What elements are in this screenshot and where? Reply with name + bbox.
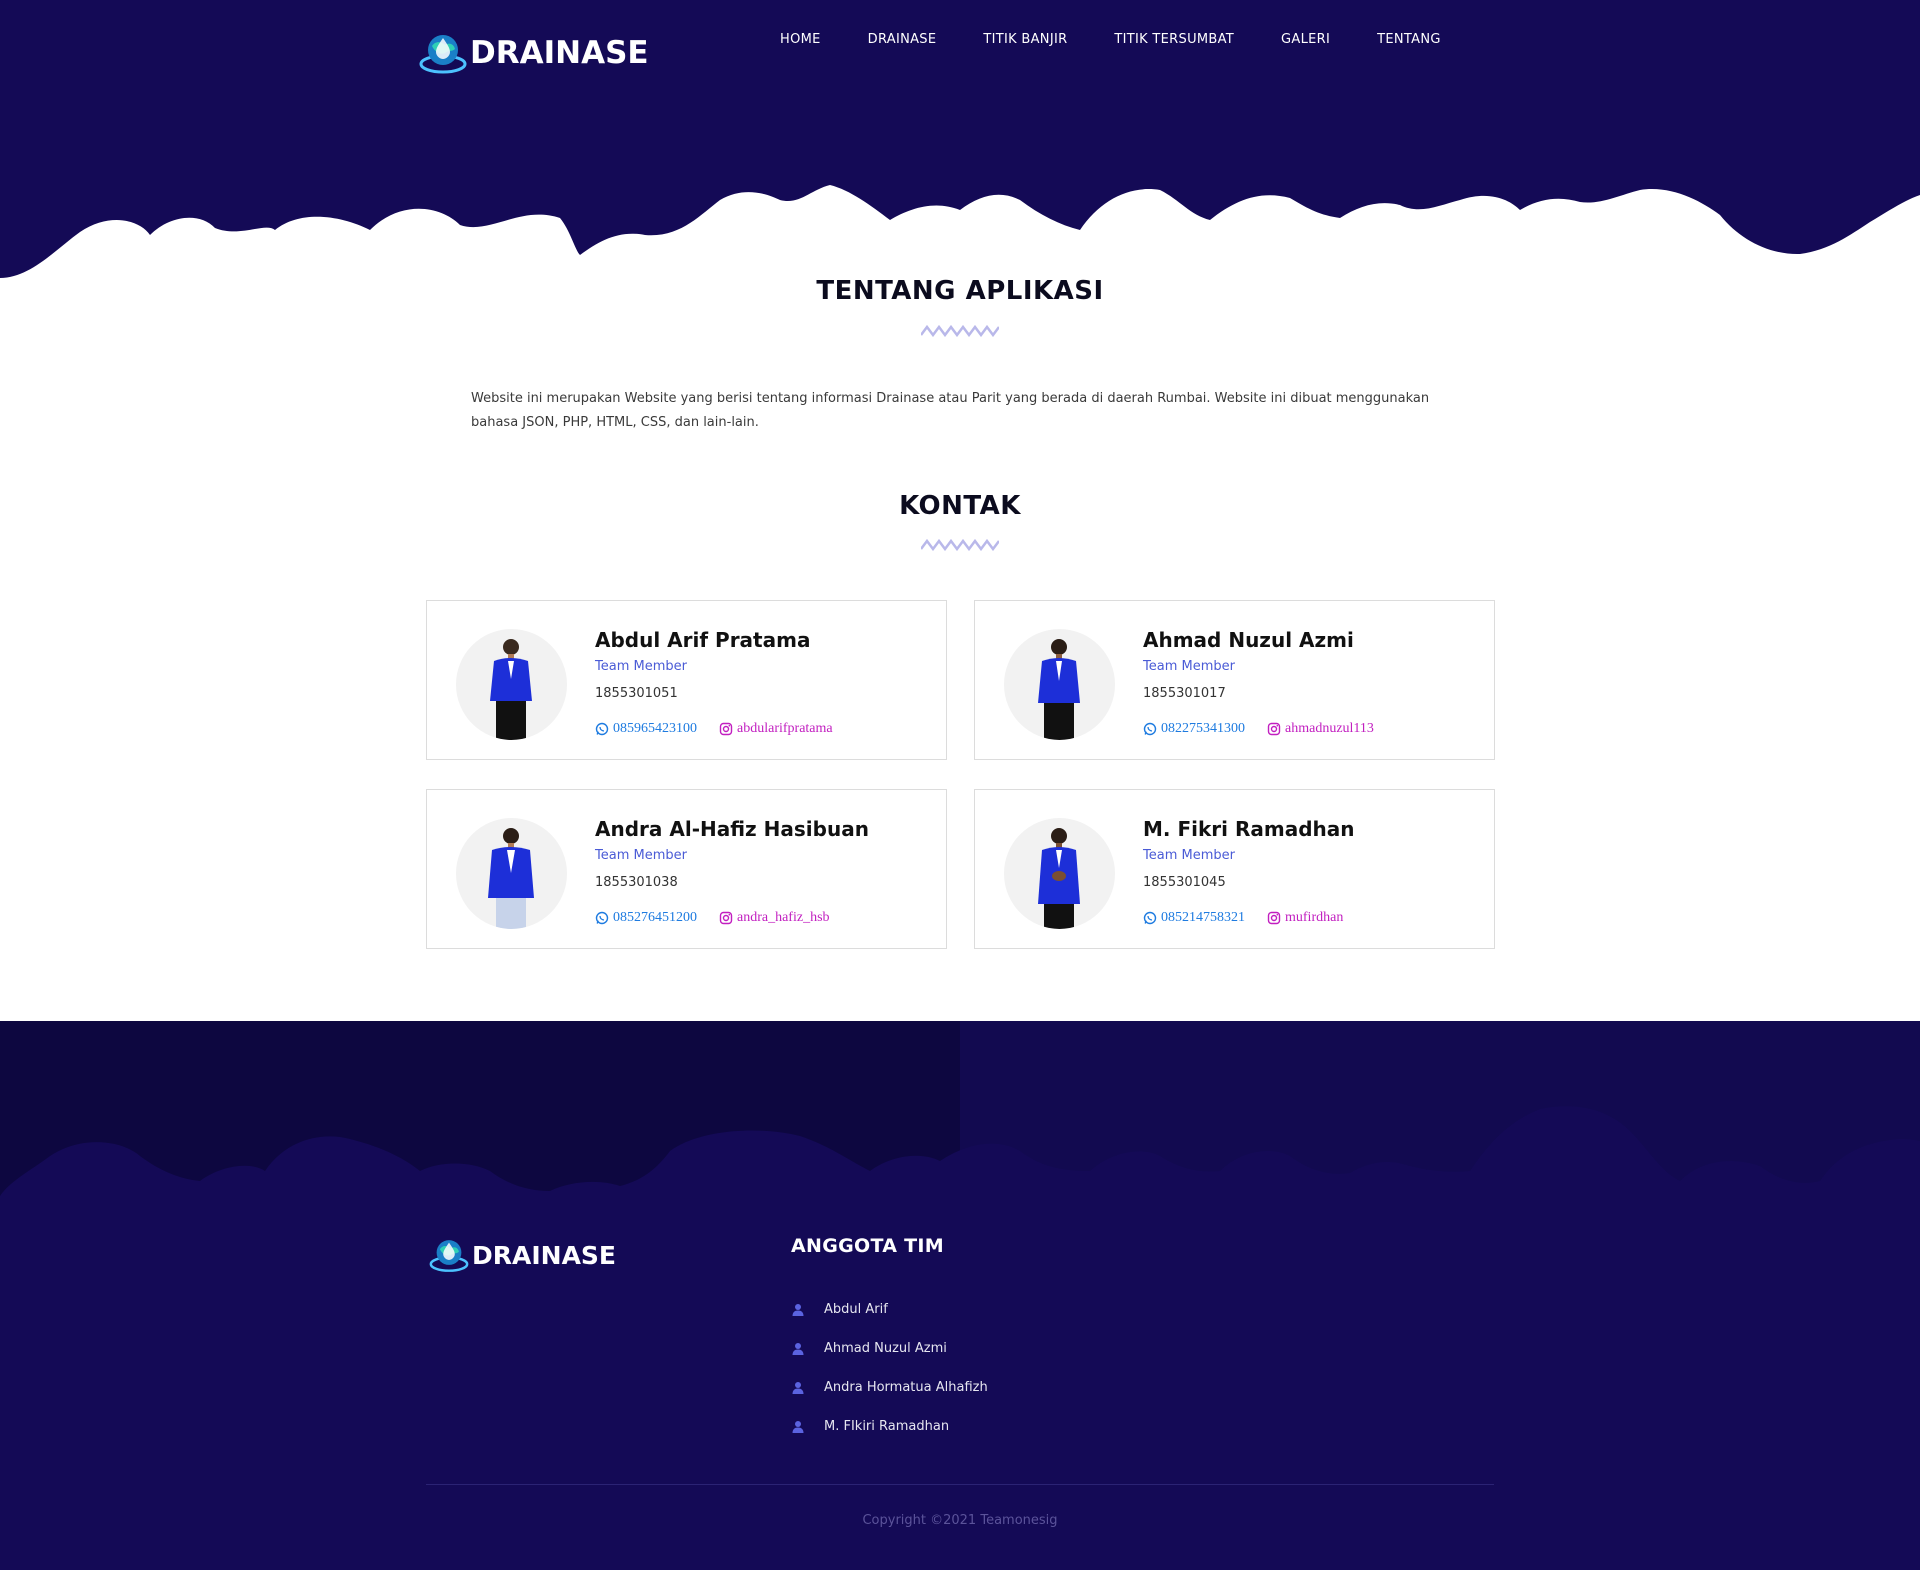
member-card: Ahmad Nuzul Azmi Team Member 1855301017 … xyxy=(974,600,1495,760)
whatsapp-number: 085214758321 xyxy=(1161,910,1245,925)
nav-drainase[interactable]: DRAINASE xyxy=(868,32,937,47)
team-member-name: Ahmad Nuzul Azmi xyxy=(824,1341,947,1356)
contact-title: KONTAK xyxy=(899,491,1021,521)
team-list: Abdul Arif Ahmad Nuzul Azmi Andra Hormat… xyxy=(791,1290,988,1446)
member-photo xyxy=(1004,629,1115,740)
instagram-link[interactable]: mufirdhan xyxy=(1267,910,1343,926)
instagram-handle: abdularifpratama xyxy=(737,721,833,736)
team-list-item: Ahmad Nuzul Azmi xyxy=(791,1329,988,1368)
user-icon xyxy=(792,1342,804,1355)
team-member-name: M. FIkiri Ramadhan xyxy=(824,1419,950,1434)
drainage-logo-icon xyxy=(419,35,467,74)
team-member-name: Andra Hormatua Alhafizh xyxy=(824,1380,988,1395)
instagram-link[interactable]: abdularifpratama xyxy=(719,721,833,737)
whatsapp-number: 085276451200 xyxy=(613,910,697,925)
nav-home[interactable]: HOME xyxy=(780,32,821,47)
member-name: Andra Al-Hafiz Hasibuan xyxy=(595,817,869,841)
member-card: Andra Al-Hafiz Hasibuan Team Member 1855… xyxy=(426,789,947,949)
member-card: Abdul Arif Pratama Team Member 185530105… xyxy=(426,600,947,760)
member-name: Ahmad Nuzul Azmi xyxy=(1143,628,1354,652)
whatsapp-link[interactable]: 085965423100 xyxy=(595,721,697,737)
instagram-icon xyxy=(1267,722,1281,736)
member-role: Team Member xyxy=(1143,659,1235,674)
instagram-link[interactable]: andra_hafiz_hsb xyxy=(719,910,830,926)
instagram-handle: andra_hafiz_hsb xyxy=(737,910,830,925)
drainage-logo-icon xyxy=(429,1240,469,1272)
footer-brand-name: DRAINASE xyxy=(472,1240,617,1270)
user-icon xyxy=(792,1420,804,1433)
main-nav: HOME DRAINASE TITIK BANJIR TITIK TERSUMB… xyxy=(780,32,1441,47)
brand-name: DRAINASE xyxy=(470,35,649,71)
copyright-text: Copyright ©2021 Teamonesig xyxy=(862,1513,1058,1528)
footer-divider xyxy=(426,1484,1494,1485)
nav-titik-banjir[interactable]: TITIK BANJIR xyxy=(983,32,1067,47)
about-text: Website ini merupakan Website yang beris… xyxy=(471,391,1430,430)
footer-cloud-border xyxy=(0,1021,1920,1251)
member-student-id: 1855301045 xyxy=(1143,875,1226,890)
user-icon xyxy=(792,1303,804,1316)
instagram-handle: mufirdhan xyxy=(1285,910,1344,925)
whatsapp-number: 082275341300 xyxy=(1161,721,1245,736)
member-role: Team Member xyxy=(595,659,687,674)
whatsapp-icon xyxy=(595,722,609,736)
instagram-icon xyxy=(1267,911,1281,925)
member-photo xyxy=(456,818,567,929)
whatsapp-icon xyxy=(1143,722,1157,736)
whatsapp-icon xyxy=(595,911,609,925)
member-student-id: 1855301038 xyxy=(595,875,678,890)
team-member-name: Abdul Arif xyxy=(824,1302,888,1317)
whatsapp-icon xyxy=(1143,911,1157,925)
whatsapp-link[interactable]: 085214758321 xyxy=(1143,910,1245,926)
member-role: Team Member xyxy=(1143,848,1235,863)
member-photo xyxy=(456,629,567,740)
team-section-title: ANGGOTA TIM xyxy=(791,1235,944,1257)
nav-titik-tersumbat[interactable]: TITIK TERSUMBAT xyxy=(1114,32,1234,47)
member-links: 082275341300 ahmadnuzul113 xyxy=(1143,721,1396,737)
member-photo xyxy=(1004,818,1115,929)
whatsapp-number: 085965423100 xyxy=(613,721,697,736)
title-zigzag-divider xyxy=(921,538,999,551)
member-student-id: 1855301051 xyxy=(595,686,678,701)
member-student-id: 1855301017 xyxy=(1143,686,1226,701)
member-name: Abdul Arif Pratama xyxy=(595,628,811,652)
instagram-icon xyxy=(719,722,733,736)
member-links: 085214758321 mufirdhan xyxy=(1143,910,1365,926)
title-zigzag-divider xyxy=(921,324,999,337)
whatsapp-link[interactable]: 085276451200 xyxy=(595,910,697,926)
user-icon xyxy=(792,1381,804,1394)
member-links: 085965423100 abdularifpratama xyxy=(595,721,855,737)
team-list-item: M. FIkiri Ramadhan xyxy=(791,1407,988,1446)
member-role: Team Member xyxy=(595,848,687,863)
nav-galeri[interactable]: GALERI xyxy=(1281,32,1330,47)
member-card: M. Fikri Ramadhan Team Member 1855301045… xyxy=(974,789,1495,949)
instagram-icon xyxy=(719,911,733,925)
nav-tentang[interactable]: TENTANG xyxy=(1377,32,1441,47)
instagram-link[interactable]: ahmadnuzul113 xyxy=(1267,721,1374,737)
member-name: M. Fikri Ramadhan xyxy=(1143,817,1355,841)
instagram-handle: ahmadnuzul113 xyxy=(1285,721,1374,736)
team-list-item: Andra Hormatua Alhafizh xyxy=(791,1368,988,1407)
whatsapp-link[interactable]: 082275341300 xyxy=(1143,721,1245,737)
member-links: 085276451200 andra_hafiz_hsb xyxy=(595,910,852,926)
site-header: DRAINASE HOME DRAINASE TITIK BANJIR TITI… xyxy=(0,0,1920,285)
footer-brand-logo[interactable]: DRAINASE xyxy=(428,1234,616,1276)
team-list-item: Abdul Arif xyxy=(791,1290,988,1329)
about-title: TENTANG APLIKASI xyxy=(816,276,1104,306)
brand-logo[interactable]: DRAINASE xyxy=(418,28,649,78)
